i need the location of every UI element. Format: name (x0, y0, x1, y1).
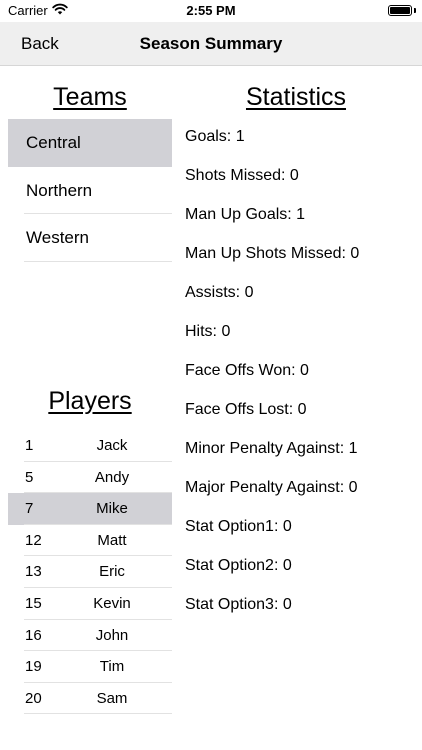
team-name: Central (26, 133, 81, 152)
navigation-bar: Back Season Summary (0, 22, 422, 66)
stat-row: Minor Penalty Against: 1 (185, 440, 358, 457)
team-row[interactable]: Western (8, 214, 172, 262)
player-name: Sam (96, 689, 128, 707)
player-row[interactable]: 13 Eric (8, 556, 172, 588)
player-row[interactable]: 7 Mike (8, 493, 172, 525)
team-row[interactable]: Central (8, 119, 172, 167)
team-name: Northern (26, 180, 93, 200)
player-row[interactable]: 20 Sam (8, 683, 172, 715)
stat-row: Man Up Shots Missed: 0 (185, 245, 360, 262)
player-row[interactable]: 16 John (8, 620, 172, 652)
battery-fill (390, 7, 410, 14)
player-row[interactable]: 5 Andy (8, 462, 172, 494)
status-bar: Carrier 2:55 PM (0, 0, 422, 22)
team-name: Western (26, 228, 89, 247)
stat-row: Hits: 0 (185, 323, 231, 340)
statistics-list: Goals: 1 Shots Missed: 0 Man Up Goals: 1 Ma… (185, 117, 415, 624)
page-title: Season Summary (139, 34, 283, 53)
player-number: 12 (25, 531, 42, 549)
players-list: 1 Jack 5 Andy 7 Mike 12 Matt 13 Eric 15 Kevin 16 John… (8, 430, 172, 714)
player-row[interactable]: 12 Matt (8, 525, 172, 557)
teams-list: Central Northern Western (8, 119, 172, 262)
player-row[interactable]: 15 Kevin (8, 588, 172, 620)
team-row[interactable]: Northern (8, 167, 172, 215)
player-name: Jack (96, 437, 128, 454)
battery-tip (414, 8, 416, 13)
player-name: Matt (97, 531, 127, 549)
player-number: 20 (25, 689, 42, 707)
player-name: Mike (96, 500, 128, 518)
player-number: 15 (25, 594, 42, 612)
players-header: Players (48, 387, 132, 415)
stat-row: Stat Option2: 0 (185, 557, 292, 574)
player-number: 13 (25, 563, 42, 581)
stat-row: Face Offs Lost: 0 (185, 401, 307, 418)
teams-header: Teams (53, 83, 127, 111)
battery-icon (388, 5, 412, 16)
stat-row: Face Offs Won: 0 (185, 362, 309, 379)
player-name: John (95, 626, 129, 644)
status-time: 2:55 PM (186, 3, 236, 18)
stat-row: Major Penalty Against: 0 (185, 479, 358, 496)
player-row[interactable]: 1 Jack (8, 430, 172, 462)
player-number: 1 (25, 437, 34, 454)
player-number: 5 (25, 468, 34, 486)
player-number: 7 (25, 500, 34, 518)
player-number: 16 (25, 626, 42, 644)
stat-row: Man Up Goals: 1 (185, 206, 306, 223)
stat-row: Goals: 1 (185, 128, 245, 145)
player-row[interactable]: 19 Tim (8, 651, 172, 683)
stat-row: Stat Option3: 0 (185, 596, 292, 613)
statistics-header: Statistics (245, 83, 347, 111)
stat-row: Stat Option1: 0 (185, 518, 292, 535)
player-name: Kevin (93, 594, 131, 612)
player-name: Tim (99, 658, 125, 676)
stat-row: Assists: 0 (185, 284, 254, 301)
player-number: 19 (25, 658, 42, 676)
stat-row: Shots Missed: 0 (185, 167, 299, 184)
player-name: Eric (99, 563, 125, 581)
player-name: Andy (94, 468, 130, 486)
